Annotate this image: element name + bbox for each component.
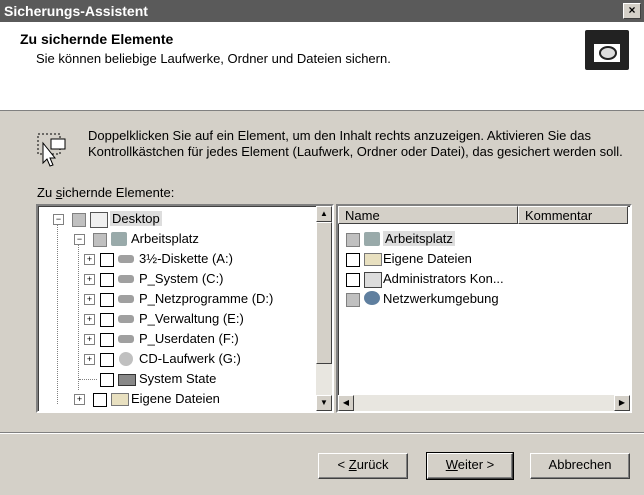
list-item[interactable]: Netzwerkumgebung	[338, 290, 626, 308]
tree-checkbox[interactable]	[100, 333, 114, 347]
tree-checkbox[interactable]	[100, 293, 114, 307]
tree-checkbox[interactable]	[100, 373, 114, 387]
collapse-icon[interactable]: −	[74, 234, 85, 245]
contents-list[interactable]: Name Kommentar Arbeitsplatz Eigene Datei…	[336, 204, 632, 413]
computer-icon	[111, 232, 127, 246]
footer-divider	[0, 432, 644, 434]
system-state-icon	[118, 374, 136, 386]
tree-checkbox[interactable]	[93, 393, 107, 407]
double-click-hint-icon	[37, 133, 66, 167]
next-button[interactable]: Weiter >	[426, 452, 514, 480]
tree-label: Zu sichernde Elemente:	[37, 185, 175, 200]
expand-icon[interactable]: +	[84, 354, 95, 365]
list-horizontal-scrollbar[interactable]: ◀ ▶	[338, 395, 630, 411]
admin-icon	[364, 272, 382, 288]
folder-icon	[364, 253, 382, 266]
collapse-icon[interactable]: −	[53, 214, 64, 225]
tree-item-system-state[interactable]: System State	[38, 370, 314, 388]
tree-item-desktop[interactable]: − Desktop	[38, 210, 314, 228]
tree-checkbox[interactable]	[100, 253, 114, 267]
tree-item-eigene-dateien[interactable]: + Eigene Dateien	[38, 390, 314, 408]
list-item[interactable]: Arbeitsplatz	[338, 230, 626, 248]
computer-icon	[364, 232, 380, 246]
cancel-button[interactable]: Abbrechen	[530, 453, 630, 479]
scroll-down-icon[interactable]: ▼	[316, 395, 332, 411]
list-item[interactable]: Administrators Kon...	[338, 270, 626, 288]
floppy-drive-icon	[118, 255, 134, 263]
tree-item-p-system[interactable]: + P_System (C:)	[38, 270, 314, 288]
list-checkbox[interactable]	[346, 233, 360, 247]
drive-icon	[118, 315, 134, 323]
drive-icon	[118, 295, 134, 303]
tree-vertical-scrollbar[interactable]: ▲ ▼	[316, 206, 332, 411]
tree-item-diskette[interactable]: + 3½-Diskette (A:)	[38, 250, 314, 268]
expand-icon[interactable]: +	[84, 334, 95, 345]
window-title: Sicherungs-Assistent	[4, 3, 148, 19]
tree-item-arbeitsplatz[interactable]: − Arbeitsplatz	[38, 230, 314, 248]
wizard-header: Zu sichernde Elemente Sie können beliebi…	[0, 22, 644, 111]
expand-icon[interactable]: +	[84, 294, 95, 305]
tree-checkbox[interactable]	[100, 353, 114, 367]
tree-item-p-userdaten[interactable]: + P_Userdaten (F:)	[38, 330, 314, 348]
list-item[interactable]: Eigene Dateien	[338, 250, 626, 268]
expand-icon[interactable]: +	[84, 314, 95, 325]
drive-icon	[118, 335, 134, 343]
cd-drive-icon	[119, 352, 133, 366]
expand-icon[interactable]: +	[74, 394, 85, 405]
close-button[interactable]: ×	[623, 3, 641, 19]
network-icon	[364, 291, 380, 305]
tree-checkbox[interactable]	[72, 213, 86, 227]
folder-icon	[111, 393, 129, 406]
backup-wizard-icon	[585, 30, 629, 70]
tree-item-p-verwaltung[interactable]: + P_Verwaltung (E:)	[38, 310, 314, 328]
scrollbar-thumb[interactable]	[316, 222, 332, 364]
instruction-text: Doppelklicken Sie auf ein Element, um de…	[88, 128, 623, 159]
expand-icon[interactable]: +	[84, 254, 95, 265]
list-checkbox[interactable]	[346, 293, 360, 307]
backup-tree[interactable]: − Desktop − Arbeitsplatz + 3½-Diskette (…	[36, 204, 334, 413]
tree-item-p-netzprogramme[interactable]: + P_Netzprogramme (D:)	[38, 290, 314, 308]
column-header-kommentar[interactable]: Kommentar	[518, 206, 628, 224]
drive-icon	[118, 275, 134, 283]
expand-icon[interactable]: +	[84, 274, 95, 285]
tree-checkbox[interactable]	[100, 273, 114, 287]
tree-checkbox[interactable]	[93, 233, 107, 247]
scroll-right-icon[interactable]: ▶	[614, 395, 630, 411]
page-subtitle: Sie können beliebige Laufwerke, Ordner u…	[36, 51, 391, 66]
back-button[interactable]: < Zurück	[318, 453, 408, 479]
scroll-up-icon[interactable]: ▲	[316, 206, 332, 222]
title-bar: Sicherungs-Assistent ×	[0, 0, 644, 22]
desktop-icon	[90, 212, 108, 228]
column-header-name[interactable]: Name	[338, 206, 518, 224]
tree-checkbox[interactable]	[100, 313, 114, 327]
page-title: Zu sichernde Elemente	[20, 31, 174, 47]
scroll-left-icon[interactable]: ◀	[338, 395, 354, 411]
tree-item-cd-laufwerk[interactable]: + CD-Laufwerk (G:)	[38, 350, 314, 368]
list-checkbox[interactable]	[346, 273, 360, 287]
list-checkbox[interactable]	[346, 253, 360, 267]
